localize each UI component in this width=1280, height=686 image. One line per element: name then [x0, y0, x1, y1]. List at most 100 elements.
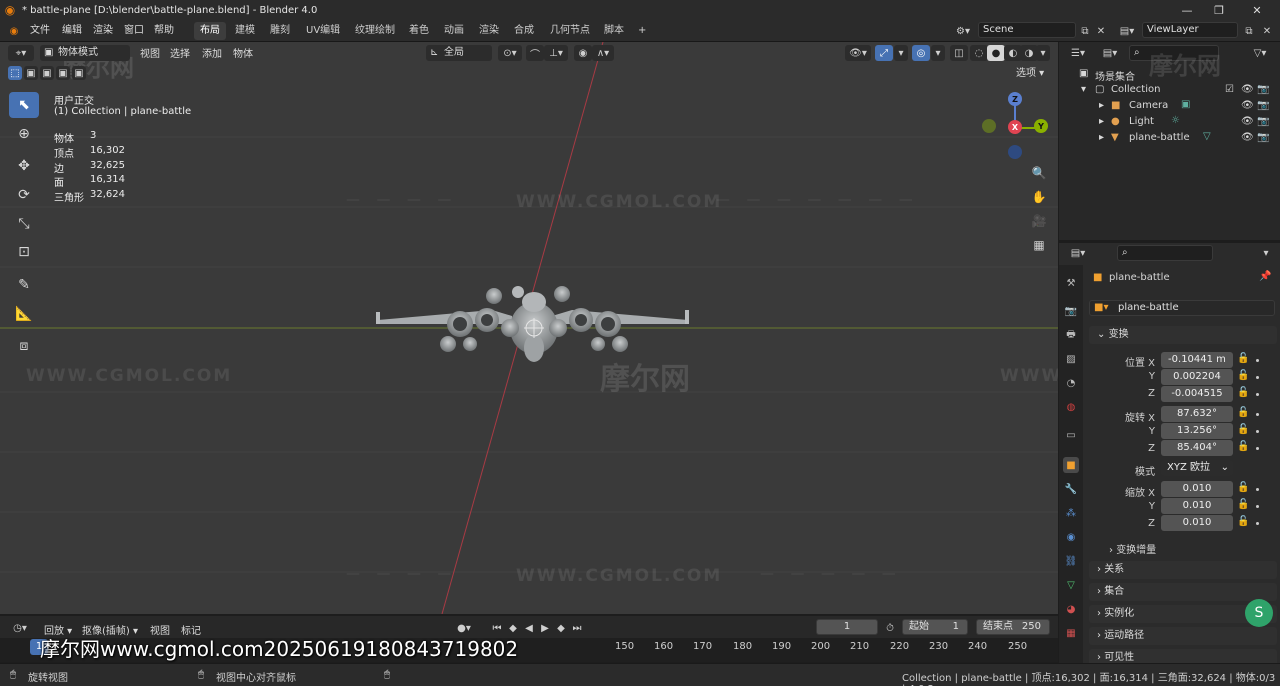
tab-uv-editing[interactable]: UV编辑	[300, 22, 346, 40]
overlay-toggle-icon[interactable]: ◎	[912, 45, 930, 61]
tab-animation[interactable]: 动画	[438, 22, 470, 40]
transform-tool-icon[interactable]: ⊡	[9, 239, 39, 265]
view-layer-field[interactable]: ViewLayer	[1142, 22, 1238, 38]
transform-orientation-dropdown[interactable]: ⊾ 全局	[426, 45, 492, 61]
move-tool-icon[interactable]: ✥	[9, 153, 39, 179]
keyframe-dot-icon[interactable]	[1256, 447, 1259, 450]
outliner-item-plane-battle[interactable]: ▸ ▼ plane-battle ▽ 👁 📷	[1059, 130, 1280, 146]
constraints-tab-icon[interactable]: ⛓	[1063, 553, 1079, 569]
location-y-field[interactable]: 0.002204	[1161, 369, 1233, 385]
gizmo-toggle-icon[interactable]: ⤢	[875, 45, 893, 61]
minimize-button[interactable]: —	[1170, 0, 1204, 20]
3d-viewport[interactable]: WWW.CGMOL.COM WWW.CGMOL.COM WWW.CGMOL.CO…	[0, 42, 1058, 614]
floating-app-icon[interactable]: S	[1245, 599, 1273, 627]
keyframe-dot-icon[interactable]	[1256, 430, 1259, 433]
rotation-y-field[interactable]: 13.256°	[1161, 423, 1233, 439]
select-intersect-icon[interactable]: ▣	[72, 66, 86, 80]
view-layer-icon[interactable]: ▤▾	[1116, 23, 1138, 39]
new-scene-icon[interactable]: ⧉	[1078, 23, 1092, 39]
pan-hand-icon[interactable]: ✋	[1028, 186, 1050, 208]
tab-compositing[interactable]: 合成	[508, 22, 540, 40]
tab-layout[interactable]: 布局	[194, 22, 226, 40]
end-frame-field[interactable]: 结束点 250	[976, 619, 1050, 635]
lock-icon[interactable]: 🔓	[1237, 370, 1249, 381]
gizmo-x-axis[interactable]: X	[1008, 120, 1022, 134]
menu-edit[interactable]: 编辑	[62, 20, 82, 42]
menu-render[interactable]: 渲染	[93, 20, 113, 42]
expand-arrow-icon[interactable]: ▾	[1081, 84, 1086, 95]
collections-section-header[interactable]: › 集合	[1089, 583, 1277, 601]
lock-icon[interactable]: 🔓	[1237, 499, 1249, 510]
keyframe-dot-icon[interactable]	[1256, 505, 1259, 508]
rotate-tool-icon[interactable]: ⟳	[9, 182, 39, 208]
zoom-icon[interactable]: 🔍	[1028, 162, 1050, 184]
plane-battle-model[interactable]	[372, 284, 694, 364]
world-tab-icon[interactable]: ◍	[1063, 399, 1079, 415]
menu-help[interactable]: 帮助	[154, 20, 174, 42]
lock-icon[interactable]: 🔓	[1237, 387, 1249, 398]
add-cube-tool-icon[interactable]: ⧈	[9, 333, 39, 359]
falloff-icon[interactable]: ∧▾	[592, 45, 614, 61]
proportional-edit-icon[interactable]: ◉	[574, 45, 592, 61]
rotation-x-field[interactable]: 87.632°	[1161, 406, 1233, 422]
select-new-icon[interactable]: ▣	[24, 66, 38, 80]
scene-tab-icon[interactable]: ◔	[1063, 375, 1079, 391]
measure-tool-icon[interactable]: 📐	[9, 301, 39, 327]
tab-texture-paint[interactable]: 纹理绘制	[349, 22, 401, 40]
next-keyframe-icon[interactable]: ◆	[554, 620, 568, 636]
menu-add[interactable]: 添加	[202, 45, 222, 60]
options-dropdown[interactable]: 选项 ▾	[1012, 66, 1052, 82]
camera-render-icon[interactable]: 📷	[1257, 132, 1269, 143]
tab-rendering[interactable]: 渲染	[473, 22, 505, 40]
keyframe-dot-icon[interactable]	[1256, 359, 1259, 362]
snap-target-icon[interactable]: ⊥▾	[544, 45, 568, 61]
scale-z-field[interactable]: 0.010	[1161, 515, 1233, 531]
properties-editor-type-icon[interactable]: ▤▾	[1065, 245, 1091, 261]
properties-options-icon[interactable]: ▾	[1259, 245, 1273, 261]
scene-field[interactable]: Scene	[978, 22, 1076, 38]
collection-tab-icon[interactable]: ▭	[1063, 427, 1079, 443]
outliner-item-light[interactable]: ▸ ● Light ☼ 👁 📷	[1059, 114, 1280, 130]
keyframe-dot-icon[interactable]	[1256, 413, 1259, 416]
checkbox-icon[interactable]: ☑	[1225, 84, 1234, 95]
ortho-grid-icon[interactable]: ▦	[1028, 234, 1050, 256]
data-tab-icon[interactable]: ▽	[1063, 577, 1079, 593]
gizmo-y-axis[interactable]: Y	[1034, 119, 1048, 133]
outliner-collection[interactable]: ▾ ▢ Collection ☑ 👁 📷	[1059, 82, 1280, 98]
select-subtract-icon[interactable]: ▣	[56, 66, 70, 80]
cursor-tool-icon[interactable]: ⊕	[9, 121, 39, 147]
wireframe-shading-icon[interactable]: ◌	[970, 45, 988, 61]
select-extend-icon[interactable]: ▣	[40, 66, 54, 80]
blender-menu-icon[interactable]: ◉	[6, 23, 22, 39]
shading-dropdown-icon[interactable]: ▾	[1036, 45, 1050, 61]
transform-section-header[interactable]: ⌄ 变换	[1089, 326, 1277, 344]
lock-icon[interactable]: 🔓	[1237, 424, 1249, 435]
clock-icon[interactable]: ⏱	[882, 620, 898, 636]
outliner-editor-type-icon[interactable]: ☰▾	[1065, 45, 1091, 61]
scene-icon[interactable]: ⚙▾	[952, 23, 974, 39]
motion-paths-section-header[interactable]: › 运动路径	[1089, 627, 1277, 645]
play-icon[interactable]: ▶	[538, 620, 552, 636]
expand-arrow-icon[interactable]: ▸	[1099, 100, 1104, 111]
particles-tab-icon[interactable]: ⁂	[1063, 505, 1079, 521]
editor-type-icon[interactable]: ⌖▾	[8, 45, 34, 61]
display-mode-icon[interactable]: ▤▾	[1097, 45, 1123, 61]
overlay-dropdown-icon[interactable]: ▾	[931, 45, 945, 61]
menu-object[interactable]: 物体	[233, 45, 253, 60]
gizmo-neg-y-axis[interactable]	[982, 119, 996, 133]
new-view-layer-icon[interactable]: ⧉	[1242, 23, 1256, 39]
gizmo-z-axis[interactable]: Z	[1008, 92, 1022, 106]
start-frame-field[interactable]: 起始 1	[902, 619, 968, 635]
annotate-tool-icon[interactable]: ✎	[9, 272, 39, 298]
lock-icon[interactable]: 🔓	[1237, 482, 1249, 493]
menu-select[interactable]: 选择	[170, 45, 190, 60]
outliner-item-camera[interactable]: ▸ ■ Camera ▣ 👁 📷	[1059, 98, 1280, 114]
tab-modeling[interactable]: 建模	[229, 22, 261, 40]
lock-icon[interactable]: 🔓	[1237, 407, 1249, 418]
rotation-z-field[interactable]: 85.404°	[1161, 440, 1233, 456]
object-tab-icon[interactable]: ■	[1063, 457, 1079, 473]
jump-end-icon[interactable]: ⏭	[570, 620, 584, 636]
relations-section-header[interactable]: › 关系	[1089, 561, 1277, 579]
scale-y-field[interactable]: 0.010	[1161, 498, 1233, 514]
modifier-tab-icon[interactable]: 🔧	[1063, 481, 1079, 497]
